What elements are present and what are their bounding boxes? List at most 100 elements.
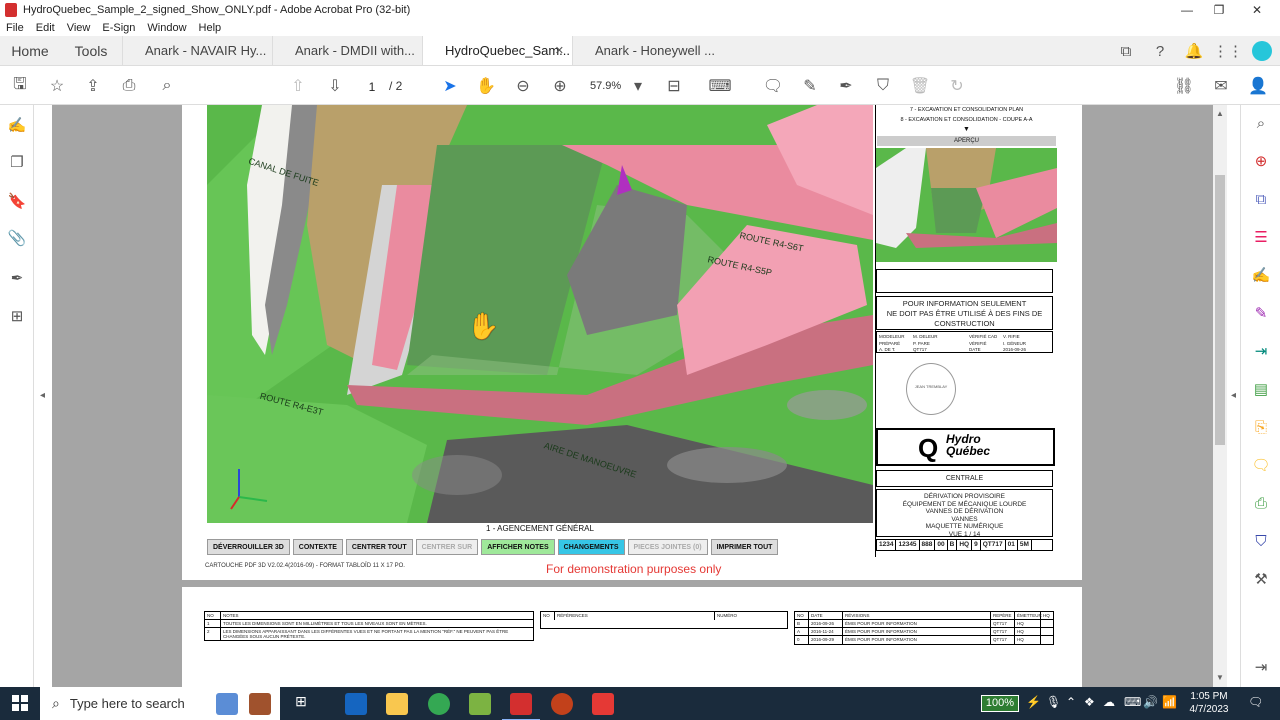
taskbar-clock[interactable]: 1:05 PM 4/7/2023 <box>1183 690 1235 716</box>
stamp-icon[interactable]: ⛉ <box>873 76 893 96</box>
attachment-icon[interactable]: 📎 <box>7 228 27 248</box>
menu-file[interactable]: File <box>6 22 24 34</box>
add-user-icon[interactable]: 👤 <box>1248 76 1268 96</box>
help-icon[interactable]: ? <box>1150 41 1170 61</box>
recorder-icon[interactable] <box>592 693 614 715</box>
menu-help[interactable]: Help <box>199 22 222 34</box>
page-fit-icon[interactable]: ⊟ <box>664 76 684 96</box>
show-notes-button[interactable]: AFFICHER NOTES <box>481 539 555 555</box>
network-icon[interactable]: 📶 <box>1162 695 1177 709</box>
tab-home[interactable]: Home <box>0 36 60 65</box>
zoom-in-icon[interactable]: ⊕ <box>550 76 570 96</box>
center-all-button[interactable]: CENTRER TOUT <box>345 539 413 555</box>
next-page-icon[interactable]: ⇩ <box>325 76 345 96</box>
tray-chevron-icon[interactable]: ⌃ <box>1066 695 1076 709</box>
scroll-mode-icon[interactable]: ⌨ <box>708 76 731 96</box>
page-number-input[interactable]: 1 <box>358 76 386 96</box>
prev-page-icon[interactable]: ⇧ <box>288 76 308 96</box>
scroll-down-icon[interactable]: ▼ <box>1216 673 1224 682</box>
notifications-icon[interactable]: 🗨 <box>1248 695 1263 709</box>
changes-button[interactable]: CHANGEMENTS <box>557 539 625 555</box>
3d-viewport[interactable]: CANAL DE FUITE ROUTE R4-S6T ROUTE R4-S5P… <box>207 105 873 523</box>
save-icon[interactable]: 🖫 <box>10 76 30 96</box>
taskbar-search-box[interactable]: ⌕ Type here to search <box>40 687 280 720</box>
left-panel-collapse-icon[interactable]: ◂ <box>40 390 45 401</box>
star-icon[interactable]: ☆ <box>47 76 67 96</box>
scroll-up-icon[interactable]: ▲ <box>1216 109 1224 118</box>
doc-tab-honeywell[interactable]: Anark - Honeywell ... <box>572 36 722 65</box>
acrobat-taskbar-icon[interactable] <box>502 693 540 720</box>
organize-pages-icon[interactable]: ☰ <box>1251 227 1271 247</box>
more-tools-icon[interactable]: ⚒ <box>1251 569 1271 589</box>
dropbox-icon[interactable]: ❖ <box>1084 695 1095 709</box>
fill-sign-icon[interactable]: ✍ <box>7 115 27 135</box>
task-view-icon[interactable]: ⊞ <box>290 693 312 715</box>
delete-icon[interactable]: 🗑 <box>910 76 930 96</box>
menu-edit[interactable]: Edit <box>36 22 55 34</box>
microphone-icon[interactable]: 🎙 <box>1046 695 1061 709</box>
sheet-list-dropdown-icon[interactable]: ▼ <box>876 126 1057 133</box>
rotate-icon[interactable]: ↻ <box>947 76 967 96</box>
combine-files-icon[interactable]: ⧉ <box>1251 189 1271 209</box>
bookmark-icon[interactable]: 🔖 <box>7 191 27 211</box>
avatar[interactable] <box>1252 41 1272 61</box>
center-on-button[interactable]: CENTRER SUR <box>415 539 479 555</box>
print-production-icon[interactable]: ⎙ <box>1251 493 1271 513</box>
print-icon[interactable]: ⎙ <box>119 76 139 96</box>
hand-tool-icon[interactable]: ✋ <box>476 76 496 96</box>
document-area[interactable]: CANAL DE FUITE ROUTE R4-S6T ROUTE R4-S5P… <box>52 105 1213 687</box>
power-icon[interactable]: ⚡ <box>1026 695 1041 709</box>
briefcase-app-icon[interactable] <box>249 693 271 715</box>
comment-icon[interactable]: 🗨 <box>763 76 783 96</box>
bell-icon[interactable]: 🔔 <box>1184 41 1204 61</box>
fill-sign-tool-icon[interactable]: ✎ <box>1251 303 1271 323</box>
powerpoint-icon[interactable] <box>551 693 573 715</box>
protect-shield-icon[interactable]: ⛉ <box>1251 531 1271 551</box>
zoom-search-icon[interactable]: ⌕ <box>1251 113 1271 133</box>
volume-icon[interactable]: 🔊 <box>1143 695 1158 709</box>
vertical-scrollbar[interactable]: ▲ ▼ <box>1213 105 1227 687</box>
file-explorer-icon[interactable] <box>386 693 408 715</box>
send-review-icon[interactable]: ⎘ <box>1251 417 1271 437</box>
signature-icon[interactable]: ✒ <box>7 268 27 288</box>
comment-tool-icon[interactable]: 🗨 <box>1251 455 1271 475</box>
menu-esign[interactable]: E-Sign <box>102 22 135 34</box>
zoom-level[interactable]: 57.9% <box>590 76 621 96</box>
apps-grid-icon[interactable]: ⋮⋮ <box>1213 41 1243 61</box>
edit-pdf-icon[interactable]: ▤ <box>1251 379 1271 399</box>
tab-tools[interactable]: Tools <box>60 36 122 65</box>
doc-tab-hydroquebec[interactable]: HydroQuebec_Sam... ✕ <box>422 36 572 65</box>
print-all-button[interactable]: IMPRIMER TOUT <box>710 539 779 555</box>
email-icon[interactable]: ✉ <box>1211 76 1231 96</box>
upload-cloud-icon[interactable]: ⇪ <box>83 76 103 96</box>
menu-view[interactable]: View <box>67 22 91 34</box>
select-cursor-icon[interactable]: ➤ <box>440 76 460 96</box>
link-icon[interactable]: ⛓ <box>1174 76 1194 96</box>
expand-panel-icon[interactable]: ⇥ <box>1251 657 1271 677</box>
unlock-3d-button[interactable]: DÉVERROUILLER 3D <box>207 539 290 555</box>
attachments-button[interactable]: PIECES JOINTES (0) <box>627 539 708 555</box>
camtasia-icon[interactable] <box>469 693 491 715</box>
zoom-dropdown-chevron-icon[interactable]: ▾ <box>628 76 648 96</box>
request-signature-icon[interactable]: ✍ <box>1251 265 1271 285</box>
menu-window[interactable]: Window <box>147 22 186 34</box>
scrollbar-thumb[interactable] <box>1215 175 1225 445</box>
battery-indicator[interactable]: 100% <box>981 695 1019 712</box>
create-pdf-icon[interactable]: ⊕ <box>1251 151 1271 171</box>
sign-pen-icon[interactable]: ✒ <box>836 76 856 96</box>
outlook-icon[interactable] <box>345 693 367 715</box>
highlight-pen-icon[interactable]: ✎ <box>800 76 820 96</box>
export-pdf-icon[interactable]: ⇥ <box>1251 341 1271 361</box>
model-tree-icon[interactable]: ⊞ <box>7 306 27 326</box>
zoom-out-icon[interactable]: ⊖ <box>513 76 533 96</box>
search-icon[interactable]: ⌕ <box>157 76 177 96</box>
share-screen-icon[interactable]: ⧉ <box>1116 41 1136 61</box>
windows-start-icon[interactable] <box>12 695 28 711</box>
right-panel-collapse-icon[interactable]: ◂ <box>1231 390 1236 401</box>
pages-icon[interactable]: ❐ <box>7 152 27 172</box>
close-tab-icon[interactable]: ✕ <box>555 44 564 57</box>
keyboard-icon[interactable]: ⌨ <box>1124 695 1141 709</box>
onedrive-icon[interactable]: ☁ <box>1103 695 1115 709</box>
laptop-app-icon[interactable] <box>216 693 238 715</box>
doc-tab-navair[interactable]: Anark - NAVAIR Hy... <box>122 36 272 65</box>
